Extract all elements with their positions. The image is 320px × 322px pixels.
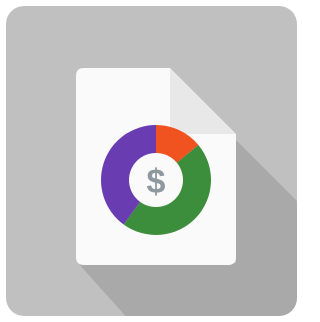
finance-app-icon[interactable]: $ bbox=[0, 0, 301, 322]
dollar-sign-icon: $ bbox=[147, 163, 166, 201]
finance-report-document-icon: $ bbox=[6, 6, 297, 316]
